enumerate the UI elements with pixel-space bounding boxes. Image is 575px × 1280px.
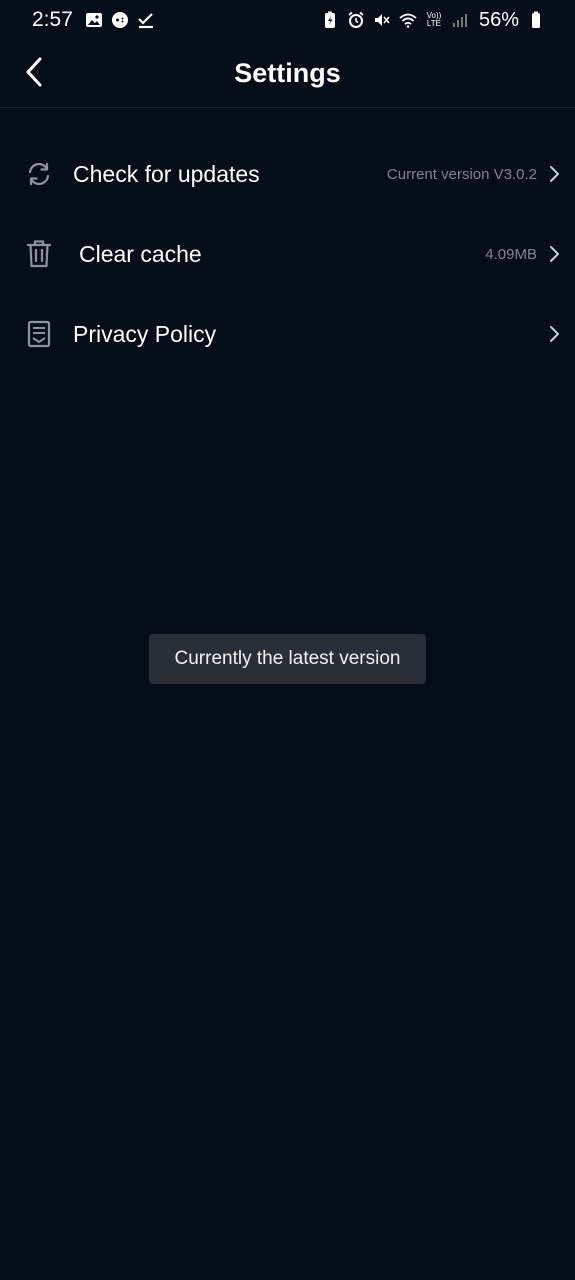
trash-icon xyxy=(26,240,52,268)
chevron-right-icon xyxy=(547,244,561,264)
mute-icon xyxy=(373,11,391,29)
cache-size-value: 4.09MB xyxy=(485,245,537,263)
battery-percent: 56% xyxy=(478,8,519,31)
privacy-policy-label: Privacy Policy xyxy=(73,320,217,347)
status-time: 2:57 xyxy=(32,8,73,31)
page-title: Settings xyxy=(234,58,341,88)
chevron-right-icon xyxy=(547,164,561,184)
game-notification-icon xyxy=(111,11,129,29)
header: Settings xyxy=(0,40,575,108)
privacy-policy-row[interactable]: Privacy Policy xyxy=(0,294,575,374)
gallery-notification-icon xyxy=(85,11,103,29)
battery-icon xyxy=(527,11,545,29)
status-bar: 2:57 Vo)) LTE 56% xyxy=(0,0,575,40)
signal-icon xyxy=(451,11,469,29)
clear-cache-label: Clear cache xyxy=(79,240,202,267)
alarm-icon xyxy=(347,11,365,29)
current-version-value: Current version V3.0.2 xyxy=(386,165,537,183)
status-right: Vo)) LTE 56% xyxy=(321,9,545,32)
lte-label: LTE xyxy=(426,19,441,28)
check-updates-row[interactable]: Check for updates Current version V3.0.2 xyxy=(0,134,575,214)
refresh-icon xyxy=(26,161,52,187)
settings-list: Check for updates Current version V3.0.2… xyxy=(0,134,575,374)
volte-lte-indicator: Vo)) LTE xyxy=(425,12,443,28)
chevron-left-icon xyxy=(26,57,42,87)
clear-cache-row[interactable]: Clear cache 4.09MB xyxy=(0,214,575,294)
toast-message: Currently the latest version xyxy=(149,634,426,684)
back-button[interactable] xyxy=(18,54,50,90)
chevron-right-icon xyxy=(547,324,561,344)
task-check-icon xyxy=(137,11,155,29)
document-icon xyxy=(26,320,52,348)
check-updates-label: Check for updates xyxy=(73,160,260,187)
status-left: 2:57 xyxy=(32,8,155,32)
battery-saver-icon xyxy=(321,11,339,29)
wifi-icon xyxy=(399,11,417,29)
